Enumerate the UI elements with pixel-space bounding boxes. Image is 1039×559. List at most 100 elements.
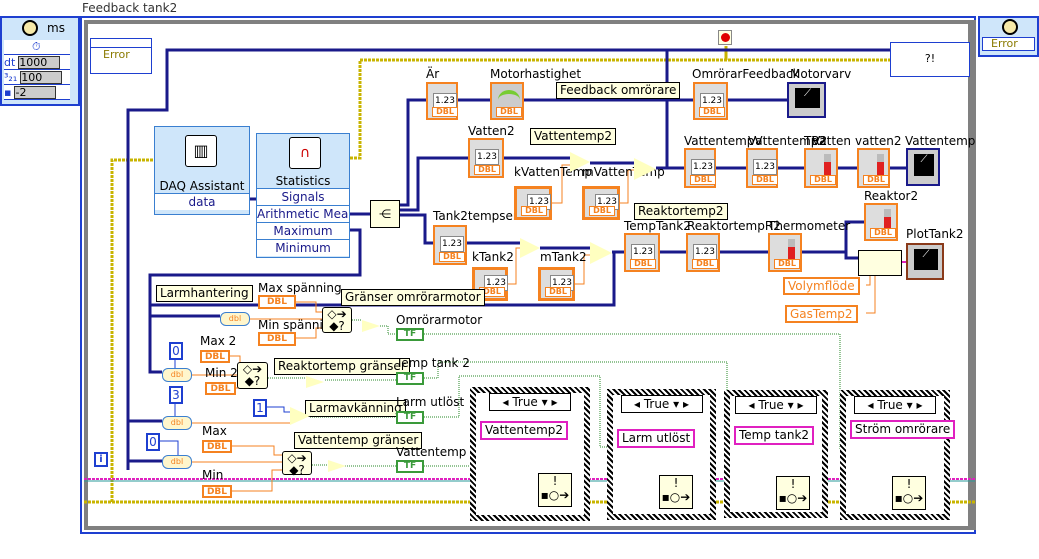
motorvarv-chart[interactable]: ⟋: [787, 82, 826, 118]
stat-minimum[interactable]: Minimum: [257, 239, 349, 256]
omrorarfeedback-label: OmrörarFeedback: [692, 67, 800, 81]
max-constant[interactable]: DBL: [202, 440, 232, 453]
in-range-coerce-node[interactable]: ◇➔ ◆?: [282, 451, 312, 476]
string-constant[interactable]: Ström omrörare: [850, 420, 956, 439]
temp-tank2-indicator[interactable]: TF: [396, 372, 424, 385]
vattentemp2-bool-indicator[interactable]: TF: [396, 460, 424, 473]
reaktortempr2-indicator[interactable]: 1.23 DBL: [686, 233, 720, 272]
split-signals-node[interactable]: ⋲: [370, 200, 400, 228]
tr2-vatten-thermometer[interactable]: DBL: [804, 148, 838, 188]
ktank2-label: kTank2: [472, 250, 514, 264]
error-cluster-from-code-icon[interactable]: ! ▪○➔: [776, 476, 810, 510]
string-constant[interactable]: Temp tank2: [734, 426, 815, 445]
mtank2-control[interactable]: 1.23 DBL: [538, 267, 575, 301]
dbl-type: DBL: [545, 287, 571, 297]
not-node[interactable]: [306, 376, 324, 388]
vattentemp-chart[interactable]: ⟋: [906, 148, 940, 186]
index-constant-3[interactable]: 3: [169, 386, 183, 404]
dbl-type: DBL: [870, 228, 896, 238]
dbl-type: DBL: [496, 107, 522, 117]
gastemp2-local-variable[interactable]: GasTemp2: [785, 305, 858, 323]
case-structure-4[interactable]: ◂ True ▾ ▸ Ström omrörare ! ▪○➔: [840, 390, 956, 520]
error-cluster-from-code-icon[interactable]: ! ▪○➔: [538, 473, 572, 507]
index-array-node[interactable]: dbl: [162, 368, 192, 382]
not-node[interactable]: [328, 460, 346, 472]
temptank2-indicator[interactable]: 1.23 DBL: [624, 233, 660, 272]
reaktor2-thermometer[interactable]: DBL: [864, 203, 898, 241]
max-spanning-constant[interactable]: DBL: [258, 295, 296, 309]
less-than-node[interactable]: [290, 407, 310, 425]
case-selector-value: True: [758, 398, 784, 412]
mvattentemp-control[interactable]: 1.23 DBL: [582, 186, 620, 220]
motorhastighet-gauge[interactable]: DBL: [490, 82, 524, 120]
case-selector[interactable]: ◂ True ▾ ▸: [620, 395, 703, 413]
numeric-display: 1.23: [691, 159, 715, 175]
index-constant-0[interactable]: 0: [169, 342, 183, 360]
reaktortempr2-label: ReaktortempR2: [687, 219, 781, 233]
min-constant[interactable]: DBL: [202, 485, 232, 498]
thermometer-indicator[interactable]: DBL: [768, 233, 802, 272]
error-cluster-from-code-icon[interactable]: ! ▪○➔: [892, 476, 926, 510]
index-array-node[interactable]: dbl: [220, 312, 250, 326]
bell-curve-icon: ∩: [289, 137, 321, 169]
min2-constant[interactable]: DBL: [205, 382, 236, 395]
dbl-type: DBL: [752, 175, 778, 185]
case-structure-3[interactable]: ◂ True ▾ ▸ Temp tank2 ! ▪○➔: [724, 390, 828, 518]
case-selector[interactable]: ◂ True ▾ ▸: [489, 393, 571, 411]
ar-indicator[interactable]: 1.23 DBL: [426, 82, 458, 120]
in-range-coerce-node[interactable]: ◇➔ ◆?: [237, 362, 268, 389]
case-structure-1[interactable]: ◂ True ▾ ▸ Vattentemp2 ! ▪○➔: [470, 387, 590, 521]
max2-constant[interactable]: DBL: [200, 350, 230, 363]
stat-arithmetic-mean[interactable]: Arithmetic Mean: [257, 205, 349, 222]
omrorarmotor-indicator[interactable]: TF: [396, 328, 424, 341]
string-constant[interactable]: Vattentemp2: [480, 421, 569, 440]
error-cluster-from-code-icon[interactable]: ! ▪○➔: [659, 475, 693, 509]
not-node[interactable]: [362, 320, 380, 332]
multiply-node[interactable]: [520, 238, 540, 258]
case-selector[interactable]: ◂ True ▾ ▸: [735, 396, 817, 414]
plottank2-chart[interactable]: ⟋: [906, 243, 944, 280]
string-constant[interactable]: Larm utlöst: [617, 429, 696, 448]
min-spanning-constant[interactable]: DBL: [258, 332, 296, 346]
vatten2-thermometer[interactable]: DBL: [857, 148, 890, 188]
case-selector[interactable]: ◂ True ▾ ▸: [854, 396, 936, 414]
dbl-type: DBL: [630, 259, 656, 269]
index-array-node[interactable]: dbl: [162, 416, 192, 430]
omrorarfeedback-indicator[interactable]: 1.23 DBL: [693, 82, 728, 120]
int-wire: [266, 406, 290, 413]
max-label: Max: [202, 424, 227, 438]
add-node[interactable]: [634, 158, 656, 180]
merge-errors-node[interactable]: ?!: [890, 42, 970, 77]
larm-utlost-indicator[interactable]: TF: [396, 411, 424, 424]
daq-assistant[interactable]: ▥ DAQ Assistant data: [154, 126, 250, 215]
index-constant-0b[interactable]: 0: [146, 433, 160, 451]
stop-button[interactable]: [718, 30, 732, 45]
dbl-type: DBL: [432, 107, 458, 117]
dbl-wire: [398, 98, 426, 207]
dbl-type: DBL: [589, 206, 615, 216]
multiply-node[interactable]: [570, 152, 590, 172]
vattentemp2-indicator[interactable]: 1.23 DBL: [746, 148, 778, 188]
vattentempv-indicator[interactable]: 1.23 DBL: [684, 148, 716, 188]
vatten2b-label: vatten2: [855, 134, 902, 148]
in-range-coerce-node[interactable]: ◇➔ ◆?: [322, 307, 352, 333]
build-waveform-node[interactable]: [858, 250, 902, 276]
volymflode-local-variable[interactable]: Volymflöde: [783, 277, 860, 295]
dbl-type: DBL: [521, 206, 547, 216]
case-structure-2[interactable]: ◂ True ▾ ▸ Larm utlöst ! ▪○➔: [607, 389, 716, 520]
kvattentemp-control[interactable]: 1.23 DBL: [514, 186, 552, 220]
stat-maximum[interactable]: Maximum: [257, 222, 349, 239]
dbl-type: DBL: [474, 165, 500, 175]
tank2tempsensor-indicator[interactable]: 1.23 DBL: [433, 225, 467, 265]
compare-constant-1[interactable]: 1: [253, 399, 267, 417]
vatten2-indicator[interactable]: 1.23 DBL: [468, 138, 504, 178]
numeric-display: 1.23: [440, 236, 464, 252]
stat-signals[interactable]: Signals: [257, 188, 349, 205]
numeric-display: 1.23: [693, 244, 717, 260]
statistics-express-vi[interactable]: ∩ Statistics Signals Arithmetic Mean Max…: [256, 133, 350, 258]
index-array-node[interactable]: dbl: [162, 455, 192, 469]
daq-data-output[interactable]: data: [155, 193, 249, 210]
error-in-node[interactable]: Error: [90, 38, 152, 74]
temp-tank2-label: Temp tank 2: [396, 356, 470, 370]
add-node[interactable]: [590, 242, 612, 264]
